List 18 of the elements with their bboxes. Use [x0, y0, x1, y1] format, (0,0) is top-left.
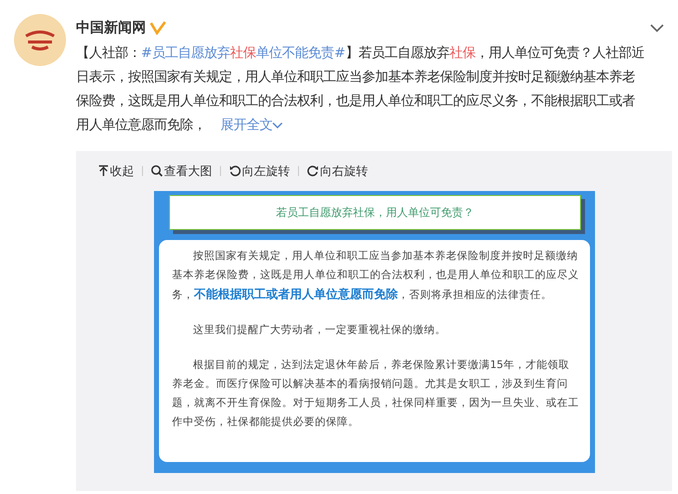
- chevron-down-icon: [272, 122, 284, 129]
- search-icon: [151, 165, 163, 177]
- rotate-left-icon: [229, 165, 241, 177]
- toolbar-button[interactable]: 向右旋转: [303, 162, 372, 180]
- image-paragraph: 根据目前的规定，达到法定退休年龄后，养老保险累计要缴满15年，才能领取养老金。而医疗保险可以解决基本的看病报销问题。尤其是女职工，涉及到生育问题，就离不开生育保险。对于短期务工人员，社保同样重要，因为一旦失业、或在工作中受伤，社保都能提供必要的保障。: [172, 358, 580, 430]
- author-name[interactable]: 中国新闻网: [76, 19, 146, 37]
- image-title: 若员工自愿放弃社保，用人单位可免责？: [276, 205, 474, 220]
- dropdown-chevron-icon[interactable]: [650, 24, 664, 32]
- rotate-right-icon: [307, 165, 319, 177]
- image-paragraph: 按照国家有关规定，用人单位和职工应当参加基本养老保险制度并按时足额缴纳基本养老保险费，这既是用人单位和职工的合法权利，也是用人单位和职工的应尽义务，不能根据职工或者用人单位意愿而免除，否则将承担相应的法律责任。: [172, 249, 580, 303]
- avatar-logo-icon[interactable]: [14, 14, 66, 66]
- toolbar-button[interactable]: 收起: [94, 162, 138, 180]
- article-image[interactable]: [154, 191, 595, 473]
- post-text: 【人社部：#员工自愿放弃社保单位不能免责#】若员工自愿放弃社保，用人单位可免责？人社部近日表示，按照国家有关规定，用人单位和职工应当参加基本养老保险制度并按时足额缴纳基本养老保险费，这既是用人单位和职工的合法权利，也是用人单位和职工的应尽义务，不能根据职工或者用人单位意愿而免除， 展开全文: [76, 44, 646, 135]
- toolbar-button[interactable]: 向左旋转: [225, 162, 294, 180]
- upload-arrow-icon: [98, 165, 109, 177]
- toolbar-button[interactable]: 查看大图: [147, 162, 216, 180]
- image-paragraph: 这里我们提醒广大劳动者，一定要重视社保的缴纳。: [192, 323, 447, 338]
